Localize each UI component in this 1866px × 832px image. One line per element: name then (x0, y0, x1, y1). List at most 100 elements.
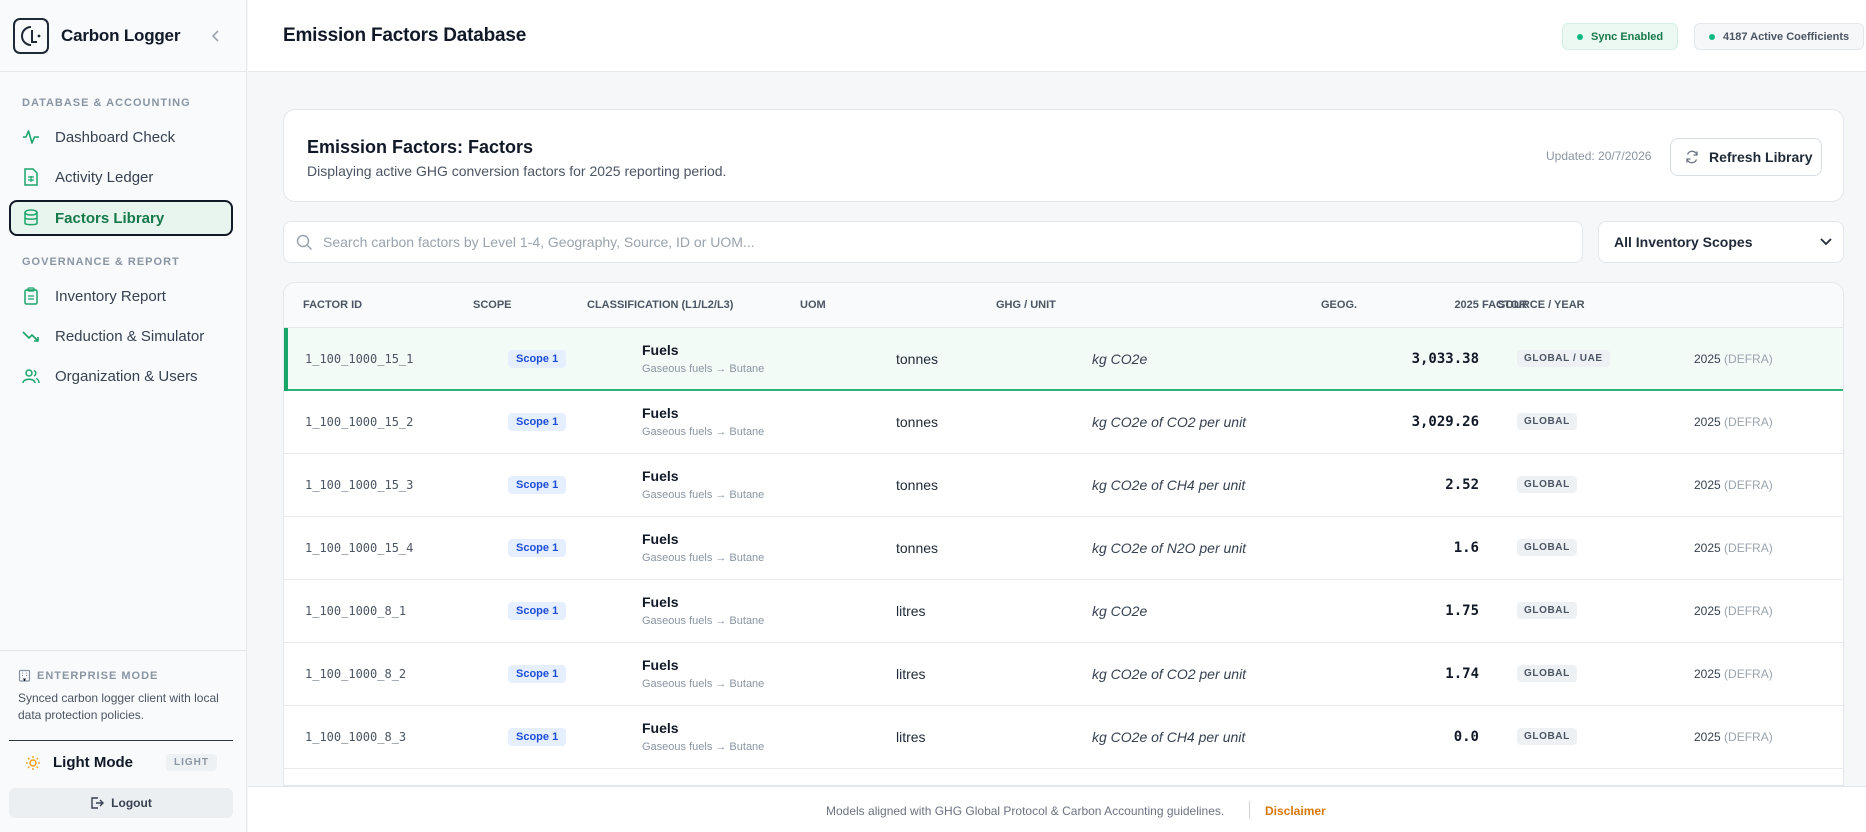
geography-badge: GLOBAL / UAE (1517, 350, 1610, 367)
updated-date: Updated: 20/7/2026 (1546, 149, 1652, 163)
search-icon (296, 234, 313, 251)
source-year: 2025 (DEFRA) (1694, 352, 1773, 366)
factor-value: 0.0 (1453, 729, 1479, 745)
sidebar-item-dashboard[interactable]: Dashboard Check (9, 119, 233, 155)
users-icon (21, 366, 41, 386)
factor-id: 1_100_1000_8_2 (305, 667, 407, 681)
status-dot-icon (1709, 33, 1715, 40)
table-row[interactable]: 1_100_1000_8_3 Scope 1 Fuels Gaseous fuels … (284, 706, 1843, 769)
spreadsheet-icon (21, 167, 41, 187)
card-subtitle: Displaying active GHG conversion factors… (307, 163, 727, 179)
scope-badge: Scope 1 (508, 539, 567, 557)
status-dot-icon (1577, 33, 1583, 40)
search-input[interactable] (323, 234, 1563, 250)
table-row[interactable]: 1_100_1000_15_2 Scope 1 Fuels Gaseous fuels… (284, 391, 1843, 454)
ghg-unit-value: kg CO2e of N2O per unit (1092, 540, 1247, 556)
disclaimer-link[interactable]: Disclaimer (1265, 804, 1326, 818)
factor-id: 1_100_1000_15_3 (305, 478, 414, 492)
column-header-source-year[interactable]: SOURCE / YEAR (1498, 299, 1585, 311)
coefficients-label: 4187 Active Coefficients (1723, 30, 1850, 43)
classification-path: Gaseous fuels → Butane (642, 363, 765, 375)
factor-value: 3,033.38 (1411, 351, 1479, 367)
column-header-classification[interactable]: CLASSIFICATION (L1/L2/L3) (587, 299, 733, 311)
factors-table: FACTOR ID SCOPE CLASSIFICATION (L1/L2/L3… (283, 282, 1844, 786)
geography-badge: GLOBAL (1517, 665, 1577, 682)
geography-badge: GLOBAL (1517, 728, 1577, 745)
column-header-ghg-unit[interactable]: GHG / UNIT (996, 299, 1056, 311)
source-year: 2025 (DEFRA) (1694, 415, 1773, 429)
uom-value: litres (896, 729, 926, 745)
ghg-unit-value: kg CO2e of CO2 per unit (1092, 414, 1247, 430)
sidebar-item-factors-library[interactable]: Factors Library (9, 200, 233, 236)
source-year: 2025 (DEFRA) (1694, 478, 1773, 492)
ghg-unit-value: kg CO2e (1092, 603, 1148, 619)
geography-badge: GLOBAL (1517, 539, 1577, 556)
enterprise-description: Synced carbon logger client with local d… (18, 691, 219, 722)
classification-path: Gaseous fuels → Butane (642, 678, 765, 690)
clipboard-icon (21, 286, 41, 306)
column-header-scope[interactable]: SCOPE (473, 299, 512, 311)
scope-filter-select[interactable]: All Inventory Scopes (1598, 221, 1844, 263)
geography-badge: GLOBAL (1517, 602, 1577, 619)
classification-l1: Fuels (642, 720, 679, 736)
collapse-sidebar-icon[interactable] (206, 24, 226, 48)
sidebar-item-organization-users[interactable]: Organization & Users (9, 358, 233, 394)
logout-label: Logout (111, 796, 152, 810)
enterprise-title-row: ENTERPRISE MODE (18, 669, 231, 682)
scope-badge: Scope 1 (508, 665, 567, 683)
geography-badge: GLOBAL (1517, 476, 1577, 493)
column-header-geography[interactable]: GEOG. (1321, 299, 1357, 311)
column-header-factor-id[interactable]: FACTOR ID (303, 299, 362, 311)
scope-badge: Scope 1 (508, 350, 567, 368)
uom-value: tonnes (896, 477, 939, 493)
factor-value: 2.52 (1445, 477, 1479, 493)
sync-status-label: Sync Enabled (1591, 30, 1664, 43)
theme-toggle[interactable]: Light Mode LIGHT (9, 740, 233, 784)
table-row[interactable]: 1_100_1000_15_4 Scope 1 Fuels Gaseous fuels… (284, 517, 1843, 580)
page-title: Emission Factors Database (283, 25, 527, 46)
classification-l1: Fuels (642, 342, 679, 358)
sidebar-item-inventory-report[interactable]: Inventory Report (9, 278, 233, 314)
factor-id: 1_100_1000_8_3 (305, 730, 407, 744)
source-year: 2025 (DEFRA) (1694, 730, 1773, 744)
database-icon (21, 208, 41, 228)
year-value: 2025 (1694, 604, 1721, 618)
source-year: 2025 (DEFRA) (1694, 604, 1773, 618)
source-year: 2025 (DEFRA) (1694, 667, 1773, 681)
app-name: Carbon Logger (61, 25, 181, 45)
table-row[interactable]: 1_100_1000_15_3 Scope 1 Fuels Gaseous fuels… (284, 454, 1843, 517)
classification-path: Gaseous fuels → Butane (642, 741, 765, 753)
logout-icon (90, 796, 105, 810)
sidebar-item-reduction-simulator[interactable]: Reduction & Simulator (9, 318, 233, 354)
table-row[interactable]: 1_100_1000_15_1 Scope 1 Fuels Gaseous fuels… (284, 328, 1843, 391)
sidebar-item-label: Dashboard Check (55, 128, 176, 146)
table-row[interactable]: 1_100_1000_8_2 Scope 1 Fuels Gaseous fuels … (284, 643, 1843, 706)
activity-icon (21, 127, 41, 147)
search-bar (283, 221, 1583, 263)
scope-badge: Scope 1 (508, 476, 567, 494)
coefficients-badge: 4187 Active Coefficients (1694, 23, 1865, 50)
factor-id: 1_100_1000_15_1 (305, 352, 414, 366)
scope-badge: Scope 1 (508, 413, 567, 431)
source-value: (DEFRA) (1724, 352, 1773, 366)
source-value: (DEFRA) (1724, 604, 1773, 618)
ghg-unit-value: kg CO2e (1092, 351, 1148, 367)
theme-mode-badge: LIGHT (166, 754, 217, 771)
sidebar-item-activity-ledger[interactable]: Activity Ledger (9, 159, 233, 195)
uom-value: tonnes (896, 414, 939, 430)
sidebar-item-label: Inventory Report (55, 287, 166, 305)
sidebar-item-label: Activity Ledger (55, 168, 154, 186)
library-header-card: Emission Factors: Factors Displaying act… (283, 109, 1844, 202)
uom-value: litres (896, 666, 926, 682)
refresh-library-button[interactable]: Refresh Library (1670, 138, 1822, 176)
table-header: FACTOR ID SCOPE CLASSIFICATION (L1/L2/L3… (284, 283, 1843, 328)
ghg-unit-value: kg CO2e of CO2 per unit (1092, 666, 1247, 682)
table-row[interactable]: 1_100_1000_8_1 Scope 1 Fuels Gaseous fuels … (284, 580, 1843, 643)
logout-button[interactable]: Logout (9, 788, 233, 818)
uom-value: tonnes (896, 351, 939, 367)
sun-icon (25, 755, 41, 771)
geography-badge: GLOBAL (1517, 413, 1577, 430)
sync-status-badge: Sync Enabled (1562, 23, 1679, 50)
year-value: 2025 (1694, 415, 1721, 429)
column-header-uom[interactable]: UOM (800, 299, 826, 311)
